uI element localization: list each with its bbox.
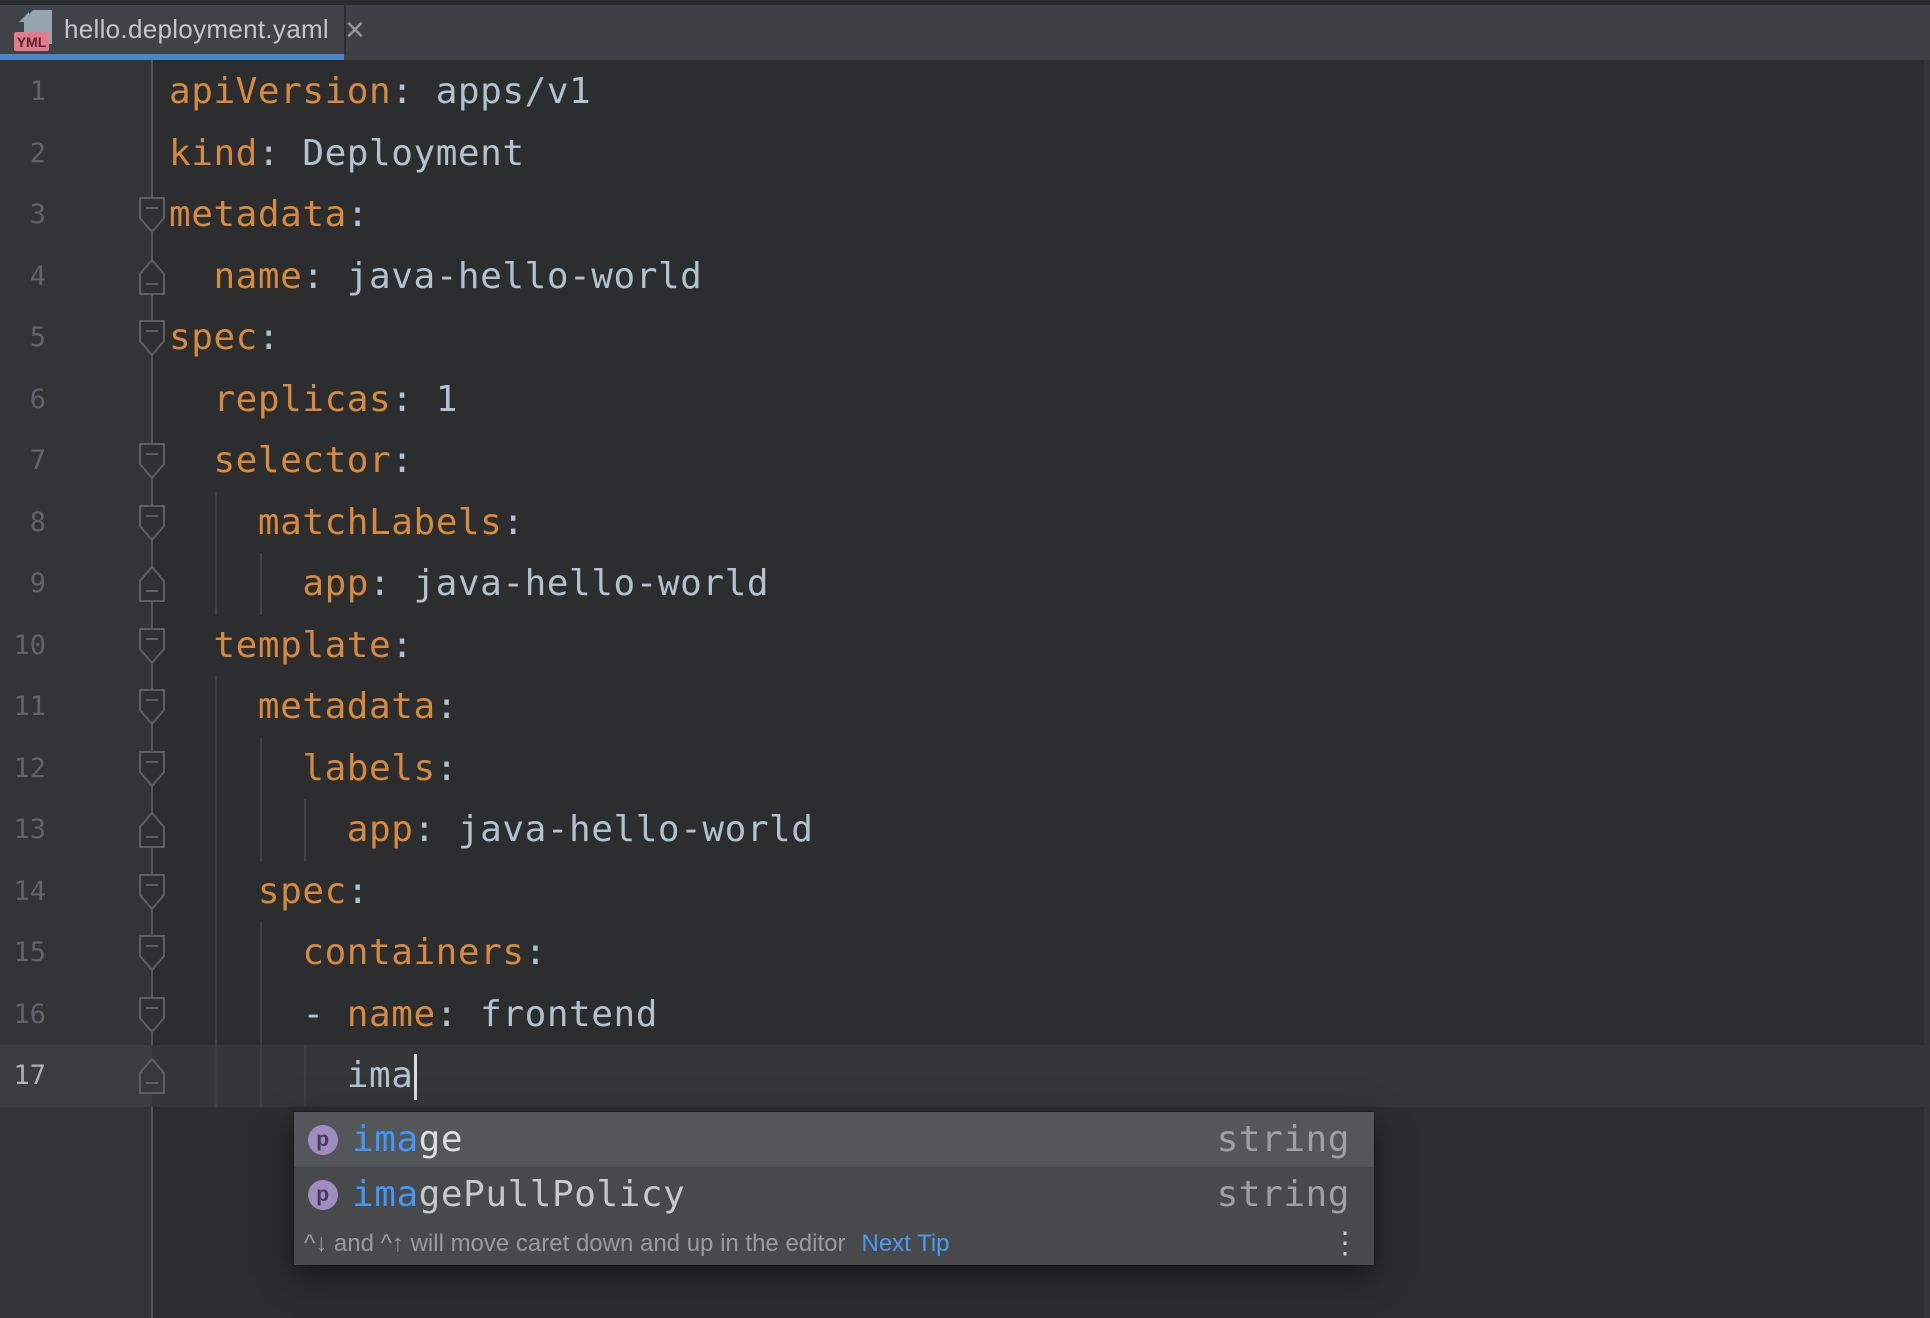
fold-region-start-icon[interactable] xyxy=(139,689,165,726)
code-line-17[interactable]: ima xyxy=(0,1045,1930,1107)
yaml-key: spec xyxy=(257,870,347,912)
fold-region-start-icon[interactable] xyxy=(139,627,165,665)
tab-close-icon[interactable]: × xyxy=(345,13,365,47)
completion-rest-text: ge xyxy=(418,1119,464,1160)
code-line-11[interactable]: metadata: xyxy=(0,676,1930,738)
code-line-5[interactable]: spec: xyxy=(0,307,1930,369)
code-line-6[interactable]: replicas: 1 xyxy=(0,369,1930,431)
yaml-key: app xyxy=(346,809,414,850)
yaml-key: selector xyxy=(213,440,392,481)
code-line-15[interactable]: containers: xyxy=(0,922,1930,984)
fold-region-start-icon[interactable] xyxy=(139,320,165,357)
file-badge-label: YML xyxy=(17,34,47,50)
yaml-key: name xyxy=(346,993,436,1035)
code-line-9[interactable]: app: java-hello-world xyxy=(0,553,1930,615)
fold-region-start-icon[interactable] xyxy=(139,443,165,480)
yaml-key: metadata xyxy=(169,194,347,235)
tab-hello-deployment-yaml[interactable]: YML hello.deployment.yaml × xyxy=(0,5,365,54)
ide-window: YML hello.deployment.yaml × 1 apiVersion:… xyxy=(0,0,1930,1318)
yaml-key: kind xyxy=(169,132,258,174)
code-line-14[interactable]: spec: xyxy=(0,861,1930,923)
fold-region-start-icon[interactable] xyxy=(139,996,165,1034)
code-line-12[interactable]: labels: xyxy=(0,738,1930,800)
completion-type-label: string xyxy=(1216,1174,1350,1215)
more-options-icon[interactable]: ⋮ xyxy=(1330,1228,1360,1259)
completion-rest-text: gePullPolicy xyxy=(418,1174,686,1215)
code-line-13[interactable]: app: java-hello-world xyxy=(0,799,1930,861)
completion-match-text: ima xyxy=(352,1174,419,1215)
next-tip-link[interactable]: Next Tip xyxy=(861,1230,949,1258)
editor-tab-bar: YML hello.deployment.yaml × xyxy=(0,5,1930,60)
code-line-3[interactable]: metadata: xyxy=(0,184,1930,246)
tab-divider xyxy=(344,5,346,54)
tab-title: hello.deployment.yaml xyxy=(64,14,329,44)
yaml-key: name xyxy=(213,255,303,297)
fold-region-start-icon[interactable] xyxy=(139,935,165,972)
code-line-16[interactable]: - name: frontend xyxy=(0,984,1930,1046)
property-icon: p xyxy=(308,1124,338,1155)
yaml-key: containers xyxy=(302,932,525,973)
code-line-4[interactable]: name: java-hello-world xyxy=(0,246,1930,308)
code-line-8[interactable]: matchLabels: xyxy=(0,492,1930,554)
yaml-key: apiVersion xyxy=(169,71,392,112)
code-line-10[interactable]: template: xyxy=(0,615,1930,677)
fold-region-end-icon[interactable] xyxy=(139,565,165,602)
code-line-7[interactable]: selector: xyxy=(0,430,1930,492)
fold-region-start-icon[interactable] xyxy=(139,750,165,788)
completion-hint-text: ^↓ and ^↑ will move caret down and up in… xyxy=(304,1229,846,1257)
yaml-key: metadata xyxy=(257,686,436,727)
yaml-key: template xyxy=(213,624,392,666)
yaml-key: matchLabels xyxy=(257,501,503,543)
completion-item-imagePullPolicy[interactable]: p ima gePullPolicy string xyxy=(294,1167,1374,1222)
fold-region-end-icon[interactable] xyxy=(139,811,165,848)
yaml-file-icon: YML xyxy=(14,9,52,51)
fold-region-start-icon[interactable] xyxy=(139,873,165,911)
fold-region-start-icon[interactable] xyxy=(139,197,165,234)
code-line-1[interactable]: apiVersion: apps/v1 xyxy=(0,61,1930,123)
completion-hint-bar: ^↓ and ^↑ will move caret down and up in… xyxy=(294,1222,1374,1265)
completion-match-text: ima xyxy=(352,1119,419,1160)
completion-popup: p ima ge string p ima gePullPolicy string ^↓ an… xyxy=(294,1112,1374,1265)
completion-item-image[interactable]: p ima ge string xyxy=(294,1112,1374,1167)
code-line-2[interactable]: kind: Deployment xyxy=(0,123,1930,185)
yaml-key: spec xyxy=(169,317,258,358)
fold-region-start-icon[interactable] xyxy=(139,504,165,542)
yaml-key: app xyxy=(302,563,370,604)
fold-region-end-icon[interactable] xyxy=(139,1057,165,1094)
completion-type-label: string xyxy=(1216,1119,1350,1160)
yaml-key: labels xyxy=(302,747,436,789)
yaml-key: replicas xyxy=(213,378,392,420)
text-caret xyxy=(414,1054,418,1100)
fold-region-end-icon[interactable] xyxy=(139,257,165,295)
property-icon: p xyxy=(308,1179,338,1210)
